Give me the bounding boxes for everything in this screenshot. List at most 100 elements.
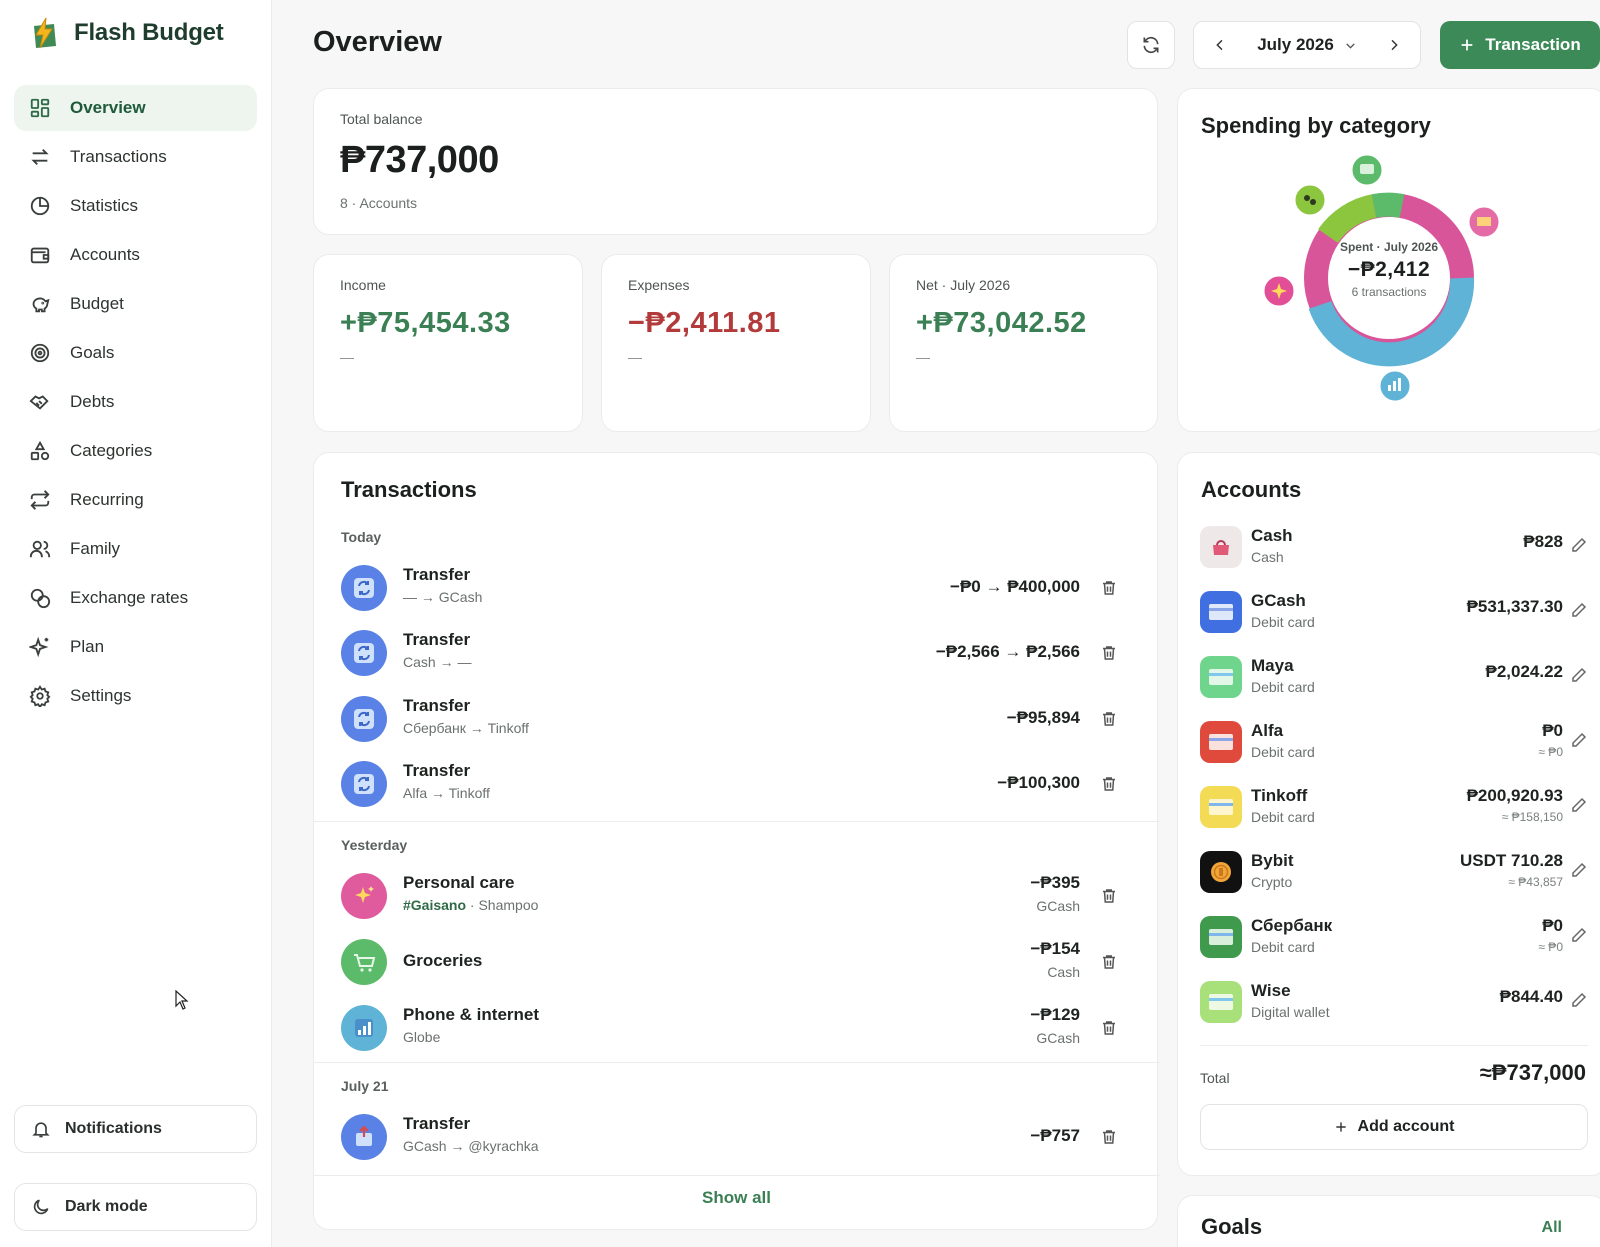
trash-icon[interactable] <box>1100 953 1118 971</box>
dark-mode-toggle[interactable]: Dark mode <box>14 1183 257 1231</box>
transfer-icon <box>341 630 387 676</box>
chevron-right-icon[interactable] <box>1386 37 1402 53</box>
trash-icon[interactable] <box>1100 579 1118 597</box>
transfer-icon <box>341 696 387 742</box>
nav-label: Debts <box>70 392 115 411</box>
moon-icon <box>33 1199 49 1215</box>
transaction-title: Groceries <box>403 951 483 970</box>
sparkles-icon <box>341 873 387 919</box>
arrows-swap-icon <box>31 149 49 165</box>
net-note: — <box>916 349 930 365</box>
nav-item-recurring[interactable]: Recurring <box>14 477 257 523</box>
account-balance: ₱200,920.93 <box>1466 786 1563 805</box>
nav-item-settings[interactable]: Settings <box>14 673 257 719</box>
account-row-sberbank[interactable]: Сбербанк Debit card ₱0 ≈ ₱0 <box>1200 913 1588 963</box>
nav-item-categories[interactable]: Categories <box>14 428 257 474</box>
card-icon <box>1200 721 1242 763</box>
transaction-amount: −₱129 <box>1030 1005 1080 1024</box>
account-row-cash[interactable]: Cash Cash ₱828 <box>1200 523 1588 573</box>
transfer-icon <box>341 761 387 807</box>
account-row-gcash[interactable]: GCash Debit card ₱531,337.30 <box>1200 588 1588 638</box>
brand[interactable]: Flash Budget <box>28 16 224 50</box>
notifications-button[interactable]: Notifications <box>14 1105 257 1153</box>
group-label-yesterday: Yesterday <box>341 837 408 853</box>
goals-title: Goals <box>1201 1214 1263 1239</box>
account-row-tinkoff[interactable]: Tinkoff Debit card ₱200,920.93 ≈ ₱158,15… <box>1200 783 1588 833</box>
account-kind: Debit card <box>1251 939 1315 955</box>
category-bubble-pets[interactable] <box>1292 182 1328 218</box>
account-name: Wise <box>1251 981 1291 1000</box>
transaction-tag[interactable]: #Gaisano <box>403 897 466 913</box>
transaction-account: GCash <box>1036 1030 1080 1046</box>
transfer-icon <box>341 565 387 611</box>
group-divider <box>314 821 1160 822</box>
account-row-maya[interactable]: Maya Debit card ₱2,024.22 <box>1200 653 1588 703</box>
account-row-wise[interactable]: Wise Digital wallet ₱844.40 <box>1200 978 1588 1028</box>
nav-item-accounts[interactable]: Accounts <box>14 232 257 278</box>
transaction-row[interactable]: Transfer — → GCash −₱0 → ₱400,000 <box>314 559 1160 615</box>
pencil-icon[interactable] <box>1570 926 1588 944</box>
notifications-label: Notifications <box>65 1120 162 1137</box>
nav-item-plan[interactable]: Plan <box>14 624 257 670</box>
card-icon <box>1200 916 1242 958</box>
repeat-icon <box>30 490 50 510</box>
transaction-account: Cash <box>1047 964 1080 980</box>
nav-item-overview[interactable]: Overview <box>14 85 257 131</box>
transaction-title: Transfer <box>403 565 471 584</box>
nav-item-statistics[interactable]: Statistics <box>14 183 257 229</box>
account-row-alfa[interactable]: Alfa Debit card ₱0 ≈ ₱0 <box>1200 718 1588 768</box>
nav-label: Exchange rates <box>70 588 189 607</box>
transaction-row[interactable]: Transfer Alfa → Tinkoff −₱100,300 <box>314 755 1160 811</box>
account-kind: Debit card <box>1251 614 1315 630</box>
transaction-title: Personal care <box>403 873 515 892</box>
chevron-left-icon[interactable] <box>1212 37 1228 53</box>
nav-item-goals[interactable]: Goals <box>14 330 257 376</box>
nav-label: Accounts <box>70 245 140 264</box>
pencil-icon[interactable] <box>1570 666 1588 684</box>
trash-icon[interactable] <box>1100 887 1118 905</box>
handshake-icon <box>29 395 49 410</box>
transaction-row[interactable]: Personal care #Gaisano · Shampoo −₱395 G… <box>314 867 1160 923</box>
transaction-row[interactable]: Groceries −₱154 Cash <box>314 933 1160 989</box>
trash-icon[interactable] <box>1100 710 1118 728</box>
transaction-row[interactable]: Transfer GCash → @kyrachka −₱757 <box>314 1108 1160 1164</box>
account-approx: ≈ ₱0 <box>1538 745 1563 759</box>
net-value: +₱73,042.52 <box>916 307 1087 339</box>
account-row-bybit[interactable]: Bybit Crypto USDT 710.28 ≈ ₱43,857 <box>1200 848 1588 898</box>
nav-item-budget[interactable]: Budget <box>14 281 257 327</box>
trash-icon[interactable] <box>1100 775 1118 793</box>
pencil-icon[interactable] <box>1570 536 1588 554</box>
transaction-row[interactable]: Transfer Cash → — −₱2,566 → ₱2,566 <box>314 624 1160 680</box>
category-bubble-snacks[interactable] <box>1466 204 1502 240</box>
chevron-down-icon <box>1346 42 1355 49</box>
target-icon <box>30 343 50 363</box>
pencil-icon[interactable] <box>1570 991 1588 1009</box>
category-bubble-groceries[interactable] <box>1349 152 1385 188</box>
show-all-link[interactable]: Show all <box>314 1188 1159 1208</box>
trash-icon[interactable] <box>1100 1019 1118 1037</box>
nav-item-transactions[interactable]: Transactions <box>14 134 257 180</box>
add-transaction-button[interactable]: Transaction <box>1440 21 1600 69</box>
add-account-button[interactable]: Add account <box>1200 1104 1588 1150</box>
category-bubble-personal-care[interactable] <box>1261 273 1297 309</box>
accounts-total-value: ≈₱737,000 <box>1479 1060 1586 1085</box>
month-dropdown[interactable]: July 2026 <box>1257 35 1357 55</box>
pencil-icon[interactable] <box>1570 796 1588 814</box>
trash-icon[interactable] <box>1100 644 1118 662</box>
goals-all-link[interactable]: All <box>1542 1219 1562 1237</box>
users-icon <box>29 540 51 558</box>
income-value: +₱75,454.33 <box>340 307 511 339</box>
category-bubble-phone-internet[interactable] <box>1377 368 1413 404</box>
refresh-button[interactable] <box>1127 21 1175 69</box>
transaction-row[interactable]: Phone & internet Globe −₱129 GCash <box>314 999 1160 1055</box>
pencil-icon[interactable] <box>1570 861 1588 879</box>
transaction-amount: −₱154 <box>1030 939 1080 958</box>
nav-item-exchange-rates[interactable]: Exchange rates <box>14 575 257 621</box>
donut-slice-groceries[interactable] <box>1371 192 1405 218</box>
transaction-row[interactable]: Transfer Сбербанк → Tinkoff −₱95,894 <box>314 690 1160 746</box>
pencil-icon[interactable] <box>1570 731 1588 749</box>
nav-item-family[interactable]: Family <box>14 526 257 572</box>
nav-item-debts[interactable]: Debts <box>14 379 257 425</box>
pencil-icon[interactable] <box>1570 601 1588 619</box>
trash-icon[interactable] <box>1100 1128 1118 1146</box>
